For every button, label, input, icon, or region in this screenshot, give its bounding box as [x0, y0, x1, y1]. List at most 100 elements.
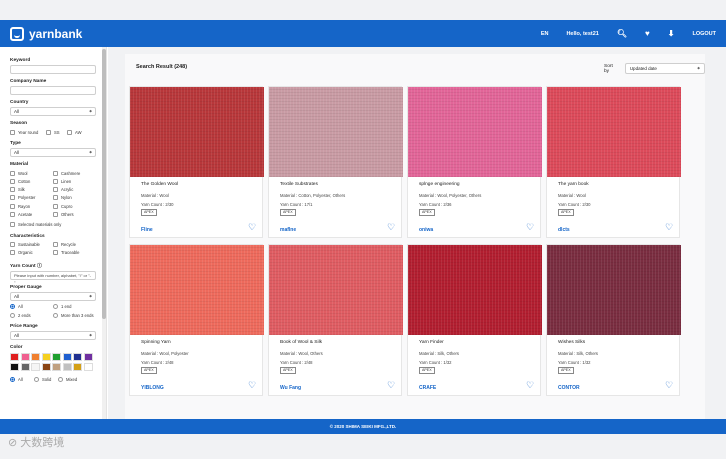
color-swatch[interactable] [31, 353, 40, 362]
material-option[interactable]: Polyester [10, 194, 53, 202]
radio[interactable] [10, 312, 15, 318]
maker-link[interactable]: CRAFE [419, 385, 436, 391]
price-range-select[interactable]: All [10, 331, 96, 341]
checkbox[interactable] [10, 170, 15, 176]
favorite-heart-icon[interactable]: ♡ [387, 223, 395, 232]
color-swatch[interactable] [41, 363, 51, 372]
maker-link[interactable]: maflne [280, 227, 296, 233]
favorite-heart-icon[interactable]: ♡ [526, 381, 534, 390]
language-switch[interactable]: EN [541, 31, 549, 37]
material-option[interactable]: Linen [53, 177, 96, 185]
material-option[interactable]: Cupro [53, 202, 96, 210]
yarn-swatch-image[interactable] [130, 87, 264, 177]
yarn-card[interactable]: Yarn Finder Material : Silk, Others Yarn C… [407, 244, 542, 396]
yarn-card[interactable]: The Golden Wool Material : Wool Yarn Count… [129, 86, 264, 238]
characteristic-option[interactable]: Organic [10, 249, 53, 257]
color-swatch[interactable] [52, 353, 61, 362]
maker-link[interactable]: Fline [141, 227, 153, 233]
pattern-option[interactable]: Mixed [58, 375, 82, 383]
maker-link[interactable]: dlcts [558, 227, 570, 233]
yarn-swatch-image[interactable] [408, 87, 542, 177]
heart-icon[interactable]: ♥ [645, 29, 650, 38]
favorite-heart-icon[interactable]: ♡ [665, 381, 673, 390]
sidebar-scrollbar[interactable] [102, 47, 106, 419]
ends-option[interactable]: More than 3 ends [53, 311, 96, 319]
yarn-name[interactable]: Book of Wool & Silk [280, 340, 322, 345]
country-select[interactable]: All [10, 107, 96, 116]
yarn-swatch-image[interactable] [408, 245, 542, 335]
checkbox[interactable] [53, 242, 58, 248]
yarn-card[interactable]: Book of Wool & Silk Material : Wool, Othe… [268, 244, 403, 396]
checkbox[interactable] [53, 250, 58, 256]
checkbox[interactable] [67, 129, 72, 135]
material-option[interactable]: Silk [10, 186, 53, 194]
checkbox[interactable] [10, 129, 15, 135]
material-option[interactable]: Acrylic [53, 186, 96, 194]
download-icon[interactable]: ⬇ [668, 29, 675, 38]
ends-option[interactable]: 1 end [53, 303, 96, 311]
maker-link[interactable]: YIBLONG [141, 385, 164, 391]
material-option[interactable]: Nylon [53, 194, 96, 202]
color-swatch[interactable] [62, 353, 72, 362]
color-swatch[interactable] [20, 363, 30, 372]
favorite-heart-icon[interactable]: ♡ [665, 223, 673, 232]
checkbox[interactable] [10, 250, 15, 256]
characteristic-option[interactable]: Recycle [53, 241, 96, 249]
color-swatch[interactable] [73, 353, 82, 362]
color-swatch[interactable] [31, 363, 40, 372]
color-swatch[interactable] [62, 363, 72, 372]
maker-link[interactable]: oniwa [419, 227, 433, 233]
yarn-card[interactable]: splnge engineering Material : Wool, Polye… [407, 86, 542, 238]
yarn-card[interactable]: Textile Substrates Material : Cotton, Pol… [268, 86, 403, 238]
color-swatch[interactable] [20, 353, 30, 362]
season-year-round[interactable]: Year round [10, 128, 46, 136]
favorite-heart-icon[interactable]: ♡ [248, 381, 256, 390]
material-option[interactable]: Wool [10, 169, 53, 177]
material-option[interactable]: Rayon [10, 202, 53, 210]
yarn-card[interactable]: Wishes Silks Material : Silk, Others Yarn … [546, 244, 681, 396]
yarn-swatch-image[interactable] [269, 87, 403, 177]
checkbox[interactable] [10, 187, 15, 193]
yarn-card[interactable]: Spinning Yarn Material : Wool, Polyester Y… [129, 244, 264, 396]
color-swatch[interactable] [41, 353, 51, 362]
checkbox[interactable] [10, 221, 15, 227]
yarn-name[interactable]: Wishes Silks [558, 340, 585, 345]
season-aw[interactable]: AW [67, 128, 87, 136]
proper-gauge-select[interactable]: All [10, 291, 96, 301]
color-swatch[interactable] [83, 353, 93, 362]
material-option[interactable]: Others [53, 210, 96, 218]
type-select[interactable]: All [10, 148, 96, 158]
characteristic-option[interactable]: Sustainable [10, 241, 53, 249]
search-icon[interactable]: 🔍︎ [617, 29, 627, 38]
brand-logo[interactable]: yarnbank [10, 26, 82, 41]
checkbox[interactable] [53, 211, 58, 217]
color-swatch[interactable] [73, 363, 82, 372]
yarn-name[interactable]: The Golden Wool [141, 182, 178, 187]
favorite-heart-icon[interactable]: ♡ [387, 381, 395, 390]
color-swatch[interactable] [83, 363, 93, 372]
favorite-heart-icon[interactable]: ♡ [248, 223, 256, 232]
checkbox[interactable] [53, 203, 58, 209]
color-swatch[interactable] [52, 363, 61, 372]
checkbox[interactable] [10, 203, 15, 209]
checkbox[interactable] [53, 195, 58, 201]
yarn-name[interactable]: Yarn Finder [419, 340, 444, 345]
scrollbar-thumb[interactable] [102, 49, 106, 319]
checkbox[interactable] [46, 129, 51, 135]
yarn-name[interactable]: splnge engineering [419, 182, 460, 187]
keyword-input[interactable] [10, 65, 96, 74]
radio[interactable] [10, 376, 15, 382]
material-option[interactable]: Acetate [10, 210, 53, 218]
maker-link[interactable]: CONTOR [558, 385, 580, 391]
characteristic-option[interactable]: Traceable [53, 249, 96, 257]
radio[interactable] [53, 304, 58, 310]
yarn-count-input[interactable]: Please input with number, alphabet, "/" … [10, 270, 96, 285]
sort-select[interactable]: Updated date [624, 63, 705, 74]
radio[interactable] [53, 312, 58, 318]
checkbox[interactable] [53, 178, 58, 184]
checkbox[interactable] [53, 187, 58, 193]
color-swatch[interactable] [10, 363, 19, 372]
yarn-swatch-image[interactable] [269, 245, 403, 335]
yarn-swatch-image[interactable] [130, 245, 264, 335]
yarn-swatch-image[interactable] [547, 87, 681, 177]
